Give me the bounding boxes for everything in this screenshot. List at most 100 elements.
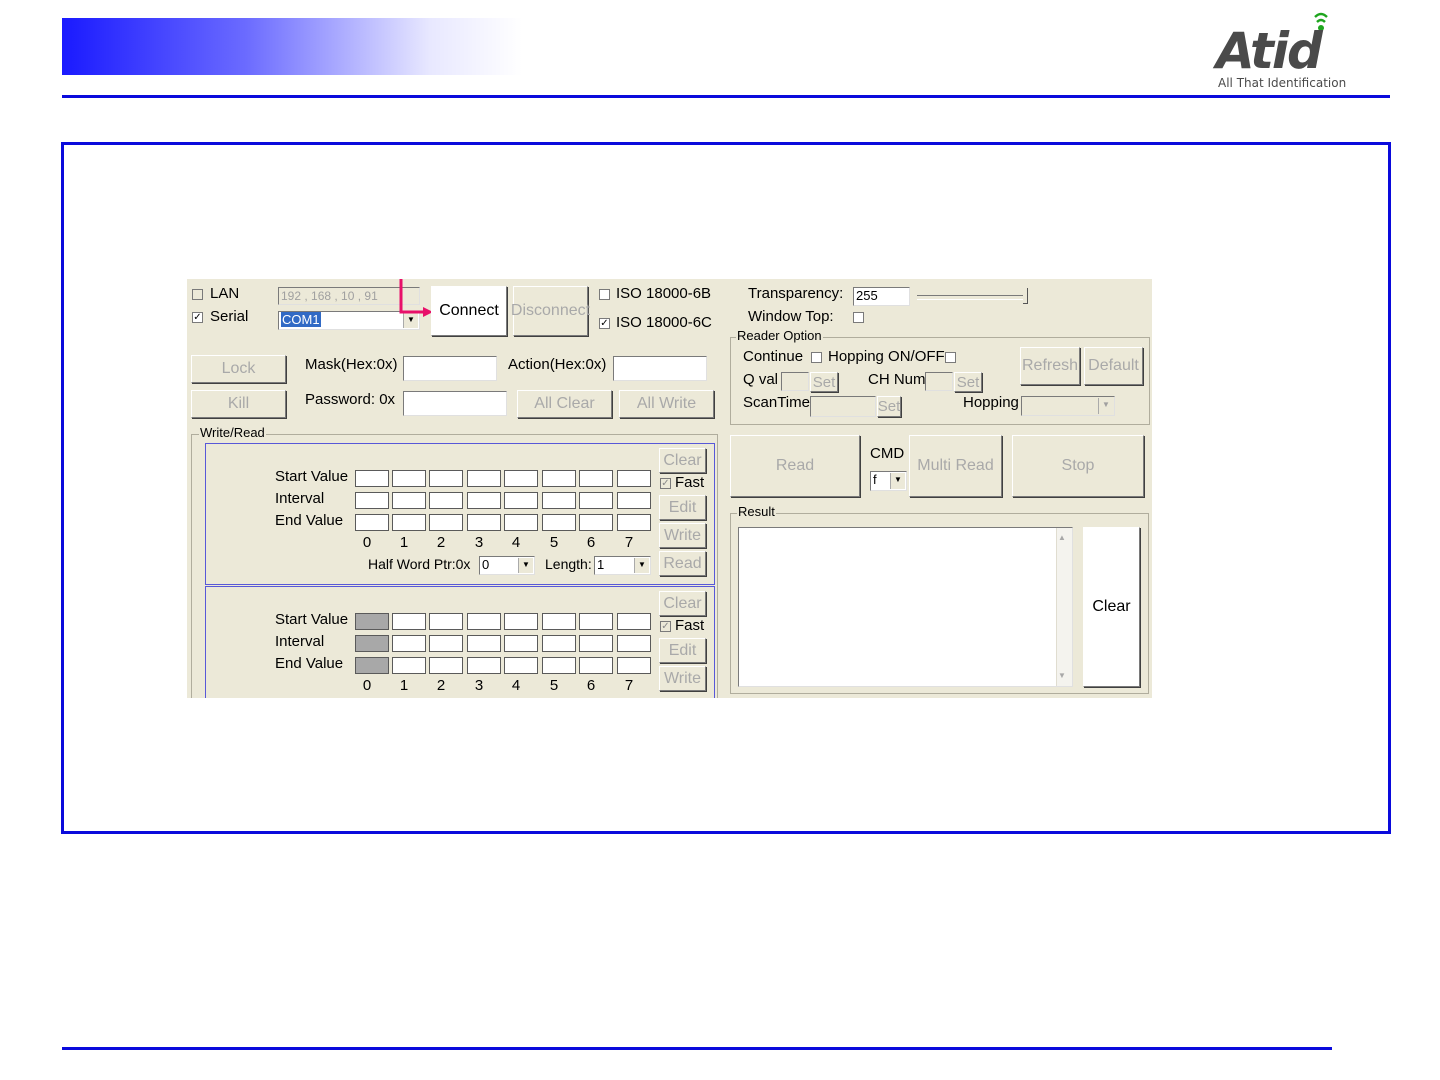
value-cell[interactable] <box>467 492 501 509</box>
value-cell[interactable] <box>429 514 463 531</box>
value-cell[interactable] <box>617 470 651 487</box>
read-button[interactable]: Read <box>730 435 860 497</box>
q-val-input[interactable] <box>781 372 809 391</box>
panel-2-write-button[interactable]: Write <box>659 666 706 691</box>
value-cell[interactable] <box>429 613 463 630</box>
value-cell[interactable] <box>355 635 389 652</box>
value-cell[interactable] <box>429 492 463 509</box>
kill-button[interactable]: Kill <box>191 390 286 418</box>
value-cell[interactable] <box>392 613 426 630</box>
value-cell[interactable] <box>355 514 389 531</box>
panel-1-edit-button[interactable]: Edit <box>659 495 706 520</box>
scantime-input[interactable] <box>810 396 876 417</box>
hopping-onoff-checkbox[interactable] <box>945 352 956 363</box>
hopping-dropdown[interactable]: ▼ <box>1021 396 1115 416</box>
lock-button[interactable]: Lock <box>191 355 286 383</box>
lan-label: LAN <box>210 285 240 302</box>
value-cell[interactable] <box>392 635 426 652</box>
value-cell[interactable] <box>467 514 501 531</box>
value-cell[interactable] <box>392 657 426 674</box>
transparency-slider-thumb[interactable] <box>1023 288 1028 304</box>
panel-2-edit-button[interactable]: Edit <box>659 638 706 663</box>
value-cell[interactable] <box>617 657 651 674</box>
transparency-input[interactable]: 255 <box>853 287 910 306</box>
connect-button[interactable]: Connect <box>431 286 507 336</box>
panel-1-write-button[interactable]: Write <box>659 523 706 548</box>
value-cell[interactable] <box>429 470 463 487</box>
reader-option-group-label: Reader Option <box>736 328 823 343</box>
continue-checkbox[interactable] <box>811 352 822 363</box>
scantime-set-button[interactable]: Set <box>877 396 901 417</box>
value-cell[interactable] <box>392 470 426 487</box>
ch-num-set-button[interactable]: Set <box>954 372 982 392</box>
value-cell[interactable] <box>617 492 651 509</box>
value-cell[interactable] <box>467 613 501 630</box>
all-clear-button[interactable]: All Clear <box>517 390 612 418</box>
iso-6b-checkbox[interactable] <box>599 289 610 300</box>
panel-1-fast-checkbox[interactable]: ✓ <box>660 478 671 489</box>
value-cell[interactable] <box>355 613 389 630</box>
value-cell[interactable] <box>617 635 651 652</box>
lan-checkbox[interactable] <box>192 289 203 300</box>
scroll-up-icon[interactable]: ▲ <box>1058 530 1066 546</box>
value-cell[interactable] <box>542 613 576 630</box>
value-cell[interactable] <box>467 470 501 487</box>
multi-read-button[interactable]: Multi Read <box>909 435 1002 497</box>
value-cell[interactable] <box>542 657 576 674</box>
value-cell[interactable] <box>504 492 538 509</box>
value-cell[interactable] <box>579 657 613 674</box>
value-cell[interactable] <box>579 635 613 652</box>
stop-button[interactable]: Stop <box>1012 435 1144 497</box>
mask-input[interactable] <box>403 356 497 381</box>
serial-checkbox[interactable]: ✓ <box>192 312 203 323</box>
scroll-down-icon[interactable]: ▼ <box>1058 668 1066 684</box>
value-cell[interactable] <box>579 613 613 630</box>
panel-2-fast-checkbox[interactable]: ✓ <box>660 621 671 632</box>
value-cell[interactable] <box>542 514 576 531</box>
value-cell[interactable] <box>579 470 613 487</box>
refresh-button[interactable]: Refresh <box>1020 347 1080 385</box>
value-cell[interactable] <box>355 657 389 674</box>
value-cell[interactable] <box>542 492 576 509</box>
result-scrollbar[interactable]: ▲ ▼ <box>1056 528 1072 686</box>
transparency-slider-track[interactable] <box>917 295 1027 300</box>
value-cell[interactable] <box>429 657 463 674</box>
value-cell[interactable] <box>392 514 426 531</box>
value-cell[interactable] <box>504 657 538 674</box>
value-cell[interactable] <box>504 470 538 487</box>
window-top-checkbox[interactable] <box>853 312 864 323</box>
value-cell[interactable] <box>392 492 426 509</box>
ch-num-input[interactable] <box>925 372 953 391</box>
disconnect-button[interactable]: Disconnect <box>511 286 590 336</box>
panel-1-clear-button[interactable]: Clear <box>659 448 706 473</box>
value-cell[interactable] <box>542 635 576 652</box>
result-clear-button[interactable]: Clear <box>1083 527 1140 687</box>
value-cell[interactable] <box>355 492 389 509</box>
iso-6c-checkbox[interactable]: ✓ <box>599 318 610 329</box>
value-cell[interactable] <box>504 613 538 630</box>
panel-2-clear-button[interactable]: Clear <box>659 591 706 616</box>
password-input[interactable] <box>403 391 507 416</box>
half-word-ptr-dropdown[interactable]: 0 ▼ <box>479 556 535 575</box>
result-textarea[interactable]: ▲ ▼ <box>738 527 1073 687</box>
value-cell[interactable] <box>504 514 538 531</box>
header-divider <box>62 95 1390 98</box>
length-dropdown[interactable]: 1 ▼ <box>594 556 651 575</box>
value-cell[interactable] <box>617 514 651 531</box>
value-cell[interactable] <box>579 492 613 509</box>
cmd-dropdown[interactable]: f ▼ <box>870 471 907 491</box>
value-cell[interactable] <box>617 613 651 630</box>
value-cell[interactable] <box>579 514 613 531</box>
value-cell[interactable] <box>504 635 538 652</box>
q-val-set-button[interactable]: Set <box>810 372 838 392</box>
panel-1-read-button[interactable]: Read <box>659 551 706 576</box>
value-cell[interactable] <box>467 657 501 674</box>
value-cell[interactable] <box>355 470 389 487</box>
value-cell[interactable] <box>429 635 463 652</box>
value-cell[interactable] <box>542 470 576 487</box>
default-button[interactable]: Default <box>1084 347 1143 385</box>
panel-1-fast-label: Fast <box>675 474 705 491</box>
value-cell[interactable] <box>467 635 501 652</box>
action-input[interactable] <box>613 356 707 381</box>
all-write-button[interactable]: All Write <box>619 390 714 418</box>
